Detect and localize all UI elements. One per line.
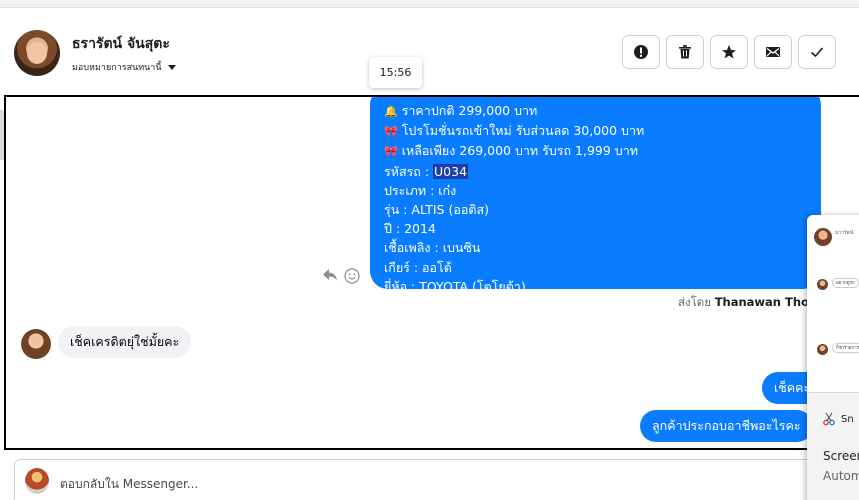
chevron-down-icon [167, 64, 176, 70]
sent-by-label: ส่งโดย Thanawan Thon [678, 295, 818, 309]
emoji-reaction-icon[interactable] [344, 268, 360, 288]
mail-icon [766, 47, 780, 57]
reply-placeholder[interactable]: ตอบกลับใน Messenger... [60, 475, 198, 494]
contact-name[interactable]: ธรารัตน์ จันสุตะ [72, 33, 170, 55]
snip-title: Screen [823, 449, 859, 463]
exclamation-icon [634, 45, 648, 59]
conversation-actions [622, 35, 836, 69]
top-bar [0, 0, 859, 8]
star-button[interactable] [710, 35, 748, 69]
preview-pill: ก็รถรายการ [832, 343, 859, 353]
conversation-header: ธรารัตน์ จันสุตะ มอบหมายการสนทนานี้ [0, 8, 859, 96]
message-line: 🎀 เหลือเพียง 269,000 บาท รับรถ 1,999 บาท [384, 143, 638, 159]
assign-conversation-dropdown[interactable]: มอบหมายการสนทนานี้ [72, 60, 176, 74]
mark-done-button[interactable] [798, 35, 836, 69]
message-line: รหัสรถ : U034 [384, 163, 469, 179]
page-avatar [25, 468, 49, 494]
reply-icon[interactable] [322, 268, 338, 288]
time-tooltip: 15:56 [369, 57, 422, 88]
message-line: ประเภท : เก๋ง [384, 182, 457, 198]
mark-unread-button[interactable] [754, 35, 792, 69]
message-line: 🎀 โปรโมชั่นรถเข้าใหม่ รับส่วนลด 30,000 บา… [384, 123, 645, 139]
message-line: เกียร์ : ออโต้ [384, 259, 452, 275]
car-info-message[interactable]: 🔔 ราคาปกติ 299,000 บาท 🎀 โปรโมชั่นรถเข้าให… [370, 97, 821, 294]
delete-button[interactable] [666, 35, 704, 69]
preview-avatar [817, 279, 828, 290]
screenshot-preview-panel[interactable]: นาารัตน์ อยากดูรถ ก็รถรายการ Sn Screen A… [807, 215, 859, 500]
message-line: 🔔 ราคาปกติ 299,000 บาท [384, 103, 538, 118]
message-line: ปี : 2014 [384, 221, 436, 237]
message-line: เชื้อเพลิง : เบนซิน [384, 240, 481, 256]
customer-avatar [21, 329, 51, 359]
message-line: รุ่น : ALTIS (ออติส) [384, 202, 489, 218]
preview-name: นาารัตน์ [835, 230, 854, 236]
trash-icon [679, 45, 691, 59]
highlighted-text: U034 [433, 163, 469, 179]
star-icon [722, 45, 736, 59]
check-icon [810, 47, 824, 58]
sender-name: Thanawan Thon [714, 295, 818, 309]
preview-avatar [817, 344, 828, 355]
message-tools [322, 268, 360, 288]
snipping-tool-label: Sn [823, 412, 854, 426]
mark-spam-button[interactable] [622, 35, 660, 69]
customer-message[interactable]: เช็คเครดิตยุ่ใช่มั้ยคะ [58, 326, 192, 358]
scissors-icon [823, 412, 835, 426]
contact-avatar[interactable] [14, 30, 60, 76]
snip-notification[interactable] [807, 393, 859, 500]
preview-pill: อยากดูรถ [832, 278, 859, 288]
message-thread: 🔔 ราคาปกติ 299,000 บาท 🎀 โปรโมชั่นรถเข้าให… [4, 95, 859, 450]
assign-label: มอบหมายการสนทนานี้ [72, 63, 162, 73]
snip-subtitle: Autom [823, 469, 859, 483]
preview-avatar [814, 228, 832, 246]
reply-box[interactable]: ตอบกลับใน Messenger... [14, 459, 859, 500]
agent-message[interactable]: ลูกค้าประกอบอาชีพอะไรคะ [640, 410, 813, 442]
